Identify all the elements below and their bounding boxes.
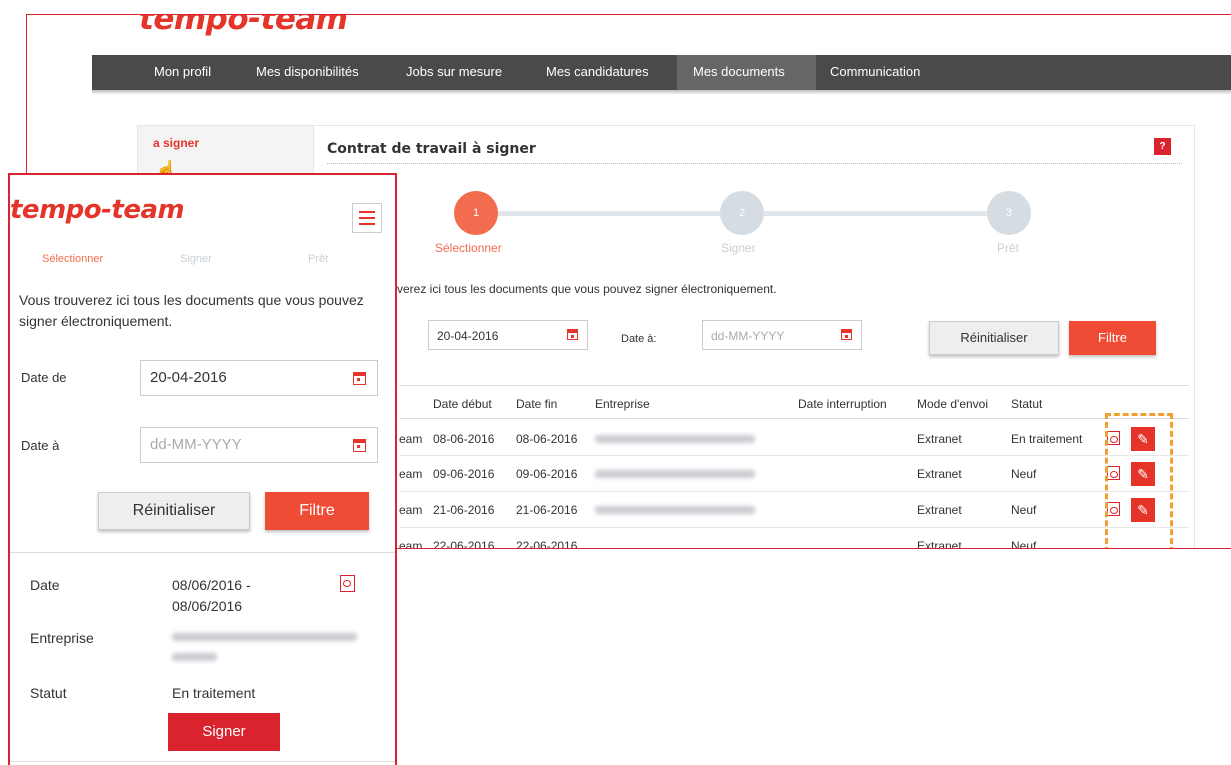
mobile-statut-label: Statut: [30, 685, 67, 701]
col-date-debut[interactable]: Date début: [433, 397, 492, 411]
highlight-dashed-box: [1105, 413, 1173, 548]
row-2-prefix: eam: [399, 467, 423, 481]
mobile-date-a-placeholder: dd-MM-YYYY: [150, 436, 242, 453]
sidebar-item-a-signer[interactable]: a signer: [153, 136, 199, 150]
mobile-statut-value: En traitement: [172, 685, 256, 701]
mobile-filter-button[interactable]: Filtre: [265, 492, 369, 530]
mobile-step-1-label: Sélectionner: [42, 253, 104, 265]
nav-shadow: [92, 90, 1231, 94]
row-1-mode: Extranet: [917, 432, 962, 446]
col-statut[interactable]: Statut: [1011, 397, 1042, 411]
row-3-prefix: eam: [399, 503, 423, 517]
row-4-statut: Neuf: [1011, 539, 1037, 549]
mobile-date-de-field[interactable]: 20-04-2016: [140, 360, 378, 396]
step-1-label: Sélectionner: [435, 241, 502, 255]
calendar-icon[interactable]: [353, 372, 366, 385]
mobile-intro-text: Vous trouverez ici tous les documents qu…: [19, 292, 364, 329]
row-2-date-fin: 09-06-2016: [516, 467, 578, 481]
mobile-date-de-label: Date de: [21, 370, 67, 385]
step-connector: [762, 211, 1002, 216]
row-1-date-fin: 08-06-2016: [516, 432, 578, 446]
row-4-mode: Extranet: [917, 539, 962, 549]
panel-title: Contrat de travail à signer: [327, 141, 536, 157]
date-to-placeholder: dd-MM-YYYY: [711, 329, 785, 343]
step-3-circle: 3: [987, 191, 1031, 235]
mobile-date-a-field[interactable]: dd-MM-YYYY: [140, 427, 378, 463]
row-3-date-debut: 21-06-2016: [433, 503, 495, 517]
reset-button[interactable]: Réinitialiser: [929, 321, 1059, 355]
nav-communication[interactable]: Communication: [830, 55, 920, 90]
redacted-company: [172, 653, 217, 661]
brand-logo[interactable]: tempo-team: [139, 15, 348, 37]
col-mode-envoi[interactable]: Mode d'envoi: [917, 397, 988, 411]
mobile-date-a-label: Date à: [21, 438, 60, 453]
mobile-entreprise-label: Entreprise: [30, 630, 94, 646]
col-date-fin[interactable]: Date fin: [516, 397, 557, 411]
step-2-circle: 2: [720, 191, 764, 235]
redacted-company: [595, 435, 755, 443]
mobile-reset-button[interactable]: Réinitialiser: [98, 492, 250, 530]
mobile-divider: [10, 552, 395, 553]
redacted-company: [595, 470, 755, 478]
intro-text: verez ici tous les documents que vous po…: [397, 282, 777, 296]
pdf-icon[interactable]: [340, 575, 355, 592]
step-2-label: Signer: [721, 241, 756, 255]
row-1-statut: En traitement: [1011, 432, 1083, 446]
col-entreprise[interactable]: Entreprise: [595, 397, 650, 411]
row-4-date-debut: 22-06-2016: [433, 539, 495, 549]
nav-mes-candidatures[interactable]: Mes candidatures: [546, 55, 649, 90]
step-1-circle: 1: [454, 191, 498, 235]
row-1-date-debut: 08-06-2016: [433, 432, 495, 446]
mobile-sign-button[interactable]: Signer: [168, 713, 280, 751]
hamburger-menu-icon[interactable]: [352, 203, 382, 233]
help-button[interactable]: ?: [1154, 138, 1171, 155]
title-divider: [327, 163, 1182, 164]
mobile-brand-logo[interactable]: tempo-team: [10, 195, 185, 225]
row-4-prefix: eam: [399, 539, 423, 549]
filter-button[interactable]: Filtre: [1069, 321, 1156, 355]
row-1-prefix: eam: [399, 432, 423, 446]
row-2-statut: Neuf: [1011, 467, 1037, 481]
date-to-label: Date à:: [621, 333, 657, 345]
calendar-icon[interactable]: [353, 439, 366, 452]
step-3-label: Prêt: [997, 241, 1020, 255]
mobile-view: tempo-team Sélectionner Signer Prêt Vous…: [8, 173, 397, 765]
row-2-date-debut: 09-06-2016: [433, 467, 495, 481]
nav-mon-profil[interactable]: Mon profil: [154, 55, 211, 90]
row-3-mode: Extranet: [917, 503, 962, 517]
mobile-date-label: Date: [30, 577, 60, 593]
redacted-company: [172, 633, 357, 641]
nav-jobs-sur-mesure[interactable]: Jobs sur mesure: [406, 55, 502, 90]
date-from-field[interactable]: 20-04-2016: [428, 320, 588, 350]
date-to-field[interactable]: dd-MM-YYYY: [702, 320, 862, 350]
mobile-date-value-1: 08/06/2016 -: [172, 577, 251, 593]
col-date-interruption[interactable]: Date interruption: [798, 397, 887, 411]
row-4-date-fin: 22-06-2016: [516, 539, 578, 549]
calendar-icon[interactable]: [841, 329, 852, 340]
mobile-step-2-label: Signer: [180, 253, 212, 265]
nav-mes-disponibilites[interactable]: Mes disponibilités: [256, 55, 359, 90]
step-connector: [497, 211, 737, 216]
date-from-value: 20-04-2016: [437, 329, 499, 343]
mobile-date-value-2: 08/06/2016: [172, 598, 243, 614]
calendar-icon[interactable]: [567, 329, 578, 340]
mobile-date-de-value: 20-04-2016: [150, 369, 227, 386]
mobile-divider: [10, 761, 395, 762]
mobile-step-3-label: Prêt: [308, 253, 329, 265]
row-3-statut: Neuf: [1011, 503, 1037, 517]
nav-mes-documents[interactable]: Mes documents: [677, 55, 816, 90]
redacted-company: [595, 506, 755, 514]
row-2-mode: Extranet: [917, 467, 962, 481]
row-3-date-fin: 21-06-2016: [516, 503, 578, 517]
main-nav: Mon profil Mes disponibilités Jobs sur m…: [92, 55, 1231, 90]
